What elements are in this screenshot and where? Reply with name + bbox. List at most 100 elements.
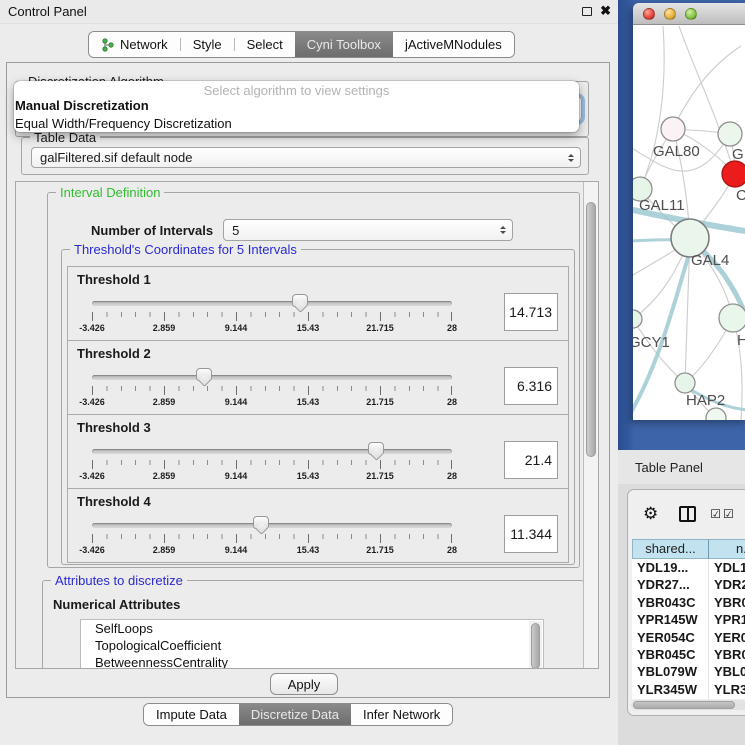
tick-label: 9.144 (225, 545, 248, 555)
cell-name[interactable]: YDR27 (709, 576, 745, 593)
table-row[interactable]: YDR27... YDR27 (632, 576, 745, 593)
table-row[interactable]: YIL052C YIL05 (632, 698, 745, 699)
tick-label: 28 (447, 545, 457, 555)
table-data-combobox[interactable]: galFiltered.sif default node (31, 147, 581, 168)
close-traffic-light-icon[interactable] (643, 8, 655, 20)
numerical-attributes-list[interactable]: SelfLoops TopologicalCoefficient Between… (80, 619, 544, 669)
slider-thumb[interactable] (196, 368, 212, 381)
tab-jactivemnodules[interactable]: jActiveMNodules (393, 32, 514, 57)
cell-shared-name[interactable]: YPR145W (632, 611, 709, 628)
tab-discretize-data[interactable]: Discretize Data (239, 704, 351, 725)
column-header-shared[interactable]: shared... (632, 539, 709, 559)
cell-shared-name[interactable]: YLR345W (632, 681, 709, 698)
dropdown-option-manual[interactable]: Manual Discretization (14, 97, 579, 115)
slider-track[interactable] (92, 375, 452, 380)
table-scrollbar-thumb[interactable] (633, 701, 735, 709)
checkbox-icon[interactable]: ☑ (723, 507, 734, 521)
table-horizontal-scrollbar[interactable] (631, 700, 745, 710)
table-row[interactable]: YBR043C YBR04 (632, 594, 745, 611)
threshold-value-box[interactable]: 14.713 (504, 293, 558, 331)
network-window-titlebar[interactable] (633, 3, 745, 25)
cell-name[interactable]: YBR04 (709, 646, 745, 663)
slider-thumb[interactable] (292, 294, 308, 307)
close-icon[interactable]: ✖ (600, 3, 611, 19)
table-data-group-title: Table Data (30, 130, 100, 145)
cell-name[interactable]: YPR14 (709, 611, 745, 628)
settings-scrollbar-thumb[interactable] (586, 202, 596, 457)
list-item[interactable]: BetweennessCentrality (81, 654, 543, 669)
cell-name[interactable]: YLR34 (709, 681, 745, 698)
threshold-slider[interactable]: -3.426 2.859 9.144 15.43 21.715 28 (92, 441, 452, 485)
cell-shared-name[interactable]: YBL079W (632, 663, 709, 680)
cell-name[interactable]: YIL05 (709, 698, 745, 699)
threshold-value-box[interactable]: 6.316 (504, 367, 558, 405)
table-row[interactable]: YDL19... YDL19 (632, 559, 745, 576)
cell-shared-name[interactable]: YER054C (632, 629, 709, 646)
tab-cyni-toolbox-label: Cyni Toolbox (307, 37, 381, 52)
threshold-value-box[interactable]: 21.4 (504, 441, 558, 479)
threshold-slider[interactable]: -3.426 2.859 9.144 15.43 21.715 28 (92, 293, 452, 337)
cell-shared-name[interactable]: YBR045C (632, 646, 709, 663)
list-item[interactable]: SelfLoops (81, 620, 543, 637)
cell-name[interactable]: YBR04 (709, 594, 745, 611)
thresholds-group: Threshold's Coordinates for 5 Intervals … (61, 249, 575, 565)
node-label: G (732, 146, 744, 163)
network-view-window[interactable]: GAL80 G C GAL11 GAL4 GCY1 H HAP2 (633, 3, 745, 420)
tick-label: 21.715 (366, 397, 394, 407)
number-of-intervals-combobox[interactable]: 5 (223, 219, 513, 241)
tick-label: 9.144 (225, 397, 248, 407)
list-scrollbar[interactable] (529, 621, 542, 669)
dropdown-option-equal-width[interactable]: Equal Width/Frequency Discretization (14, 115, 579, 132)
checkbox-icon[interactable]: ☑ (710, 507, 721, 521)
threshold-slider[interactable]: -3.426 2.859 9.144 15.43 21.715 28 (92, 367, 452, 411)
column-header-name[interactable]: n... (709, 539, 745, 559)
slider-track[interactable] (92, 449, 452, 454)
threshold-panel-4: Threshold 4 -3.426 2.859 9.144 15.43 (67, 488, 569, 563)
tick-label: 15.43 (297, 323, 320, 333)
slider-track[interactable] (92, 523, 452, 528)
algorithm-placeholder: Select algorithm to view settings (14, 81, 579, 97)
table-row[interactable]: YPR145W YPR14 (632, 611, 745, 628)
tab-impute-data[interactable]: Impute Data (144, 704, 239, 725)
threshold-label: Threshold 3 (77, 420, 151, 435)
float-window-icon[interactable] (582, 7, 592, 16)
zoom-traffic-light-icon[interactable] (685, 8, 697, 20)
threshold-slider[interactable]: -3.426 2.859 9.144 15.43 21.715 28 (92, 515, 452, 559)
top-tab-bar: Network Style Select Cyni Toolbox jActiv… (88, 31, 515, 58)
tab-cyni-toolbox[interactable]: Cyni Toolbox (295, 32, 393, 57)
number-of-intervals-label: Number of Intervals (91, 223, 213, 238)
slider-track[interactable] (92, 301, 452, 306)
cell-name[interactable]: YER05 (709, 629, 745, 646)
tick-label: 2.859 (153, 545, 176, 555)
number-of-intervals-row: Number of Intervals 5 (91, 219, 513, 241)
threshold-label: Threshold 1 (77, 272, 151, 287)
tab-style[interactable]: Style (181, 32, 234, 57)
slider-thumb[interactable] (253, 516, 269, 529)
cell-name[interactable]: YDL19 (709, 559, 745, 576)
cell-name[interactable]: YBL07 (709, 663, 745, 680)
table-row[interactable]: YBR045C YBR04 (632, 646, 745, 663)
table-row[interactable]: YBL079W YBL07 (632, 663, 745, 680)
threshold-value-box[interactable]: 11.344 (504, 515, 558, 553)
slider-thumb[interactable] (368, 442, 384, 455)
list-scrollbar-thumb[interactable] (531, 623, 540, 669)
cell-shared-name[interactable]: YBR043C (632, 594, 709, 611)
list-item[interactable]: TopologicalCoefficient (81, 637, 543, 654)
tick-label: 28 (447, 471, 457, 481)
columns-icon[interactable] (679, 506, 696, 522)
table-row[interactable]: YER054C YER05 (632, 629, 745, 646)
apply-button[interactable]: Apply (270, 673, 338, 695)
table-row[interactable]: YLR345W YLR34 (632, 681, 745, 698)
cell-shared-name[interactable]: YDL19... (632, 559, 709, 576)
minimize-traffic-light-icon[interactable] (664, 8, 676, 20)
settings-scrollbar[interactable] (583, 182, 598, 668)
tab-network[interactable]: Network (89, 32, 180, 57)
tick-label: 21.715 (366, 545, 394, 555)
cell-shared-name[interactable]: YDR27... (632, 576, 709, 593)
network-canvas[interactable]: GAL80 G C GAL11 GAL4 GCY1 H HAP2 (633, 26, 745, 420)
node-label: GAL80 (653, 143, 700, 160)
gear-icon[interactable]: ⚙ (643, 504, 658, 524)
tab-infer-network[interactable]: Infer Network (351, 704, 452, 725)
cell-shared-name[interactable]: YIL052C (632, 698, 709, 699)
tab-select[interactable]: Select (235, 32, 295, 57)
